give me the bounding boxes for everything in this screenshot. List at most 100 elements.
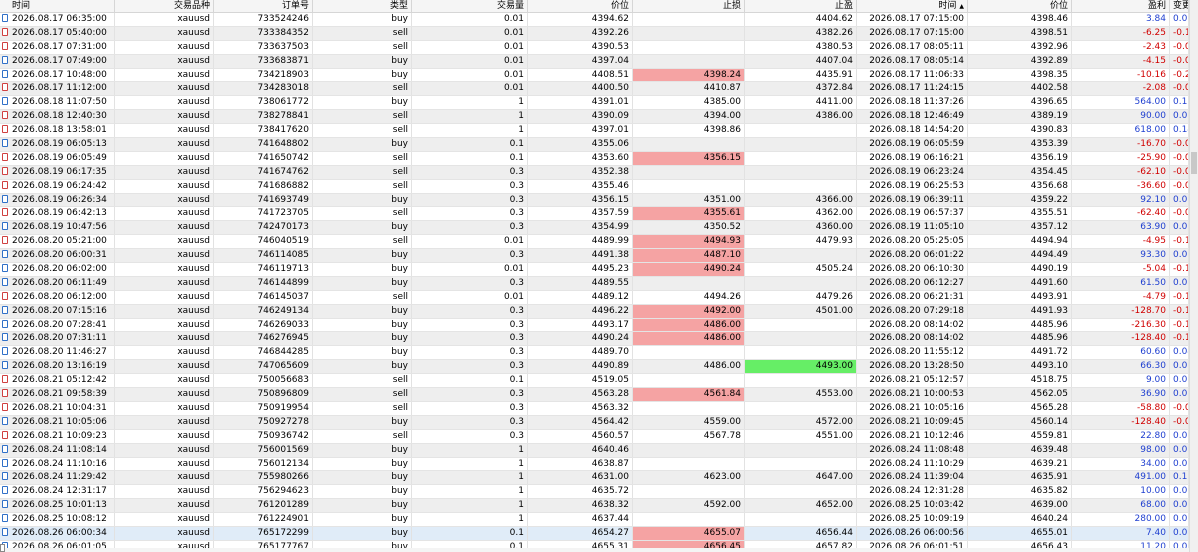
table-row[interactable]: 2026.08.17 10:48:00 xauusd 734218903 buy 0.0… [0, 68, 1189, 83]
cell-6: 4655.07 [633, 526, 745, 540]
table-row[interactable]: 2026.08.19 06:17:35 xauusd 741674762 sell 0.… [0, 165, 1189, 180]
table-row[interactable]: 2026.08.21 09:58:39 xauusd 750896809 sell 0.… [0, 388, 1189, 402]
table-row[interactable]: 2026.08.17 07:49:00 xauusd 733683871 buy 0.0… [0, 54, 1189, 69]
cell-6 [633, 374, 745, 388]
table-row[interactable]: 2026.08.17 11:12:00 xauusd 734283018 sell 0.… [0, 82, 1189, 97]
cell-2: 746144899 [214, 276, 313, 290]
table-row[interactable]: 2026.08.20 06:12:00 xauusd 746145037 sell 0.… [0, 290, 1189, 305]
table-row[interactable]: 2026.08.17 06:35:00 xauusd 733524246 buy 0.0… [0, 13, 1189, 27]
cell-8: 2026.08.19 06:57:37 [857, 207, 968, 221]
cell-3: buy [313, 193, 412, 207]
open-time: 2026.08.17 10:48:00 [12, 69, 107, 80]
table-row[interactable]: 2026.08.19 06:42:13 xauusd 741723705 sell 0.… [0, 207, 1189, 222]
column-header-9[interactable]: 价位 [968, 0, 1072, 12]
open-time: 2026.08.24 11:10:16 [12, 458, 107, 469]
column-header-5[interactable]: 价位 [528, 0, 633, 12]
cell-2: 747065609 [214, 360, 313, 374]
table-row[interactable]: 2026.08.19 10:47:56 xauusd 742470173 buy 0.3… [0, 221, 1189, 236]
table-row[interactable]: 2026.08.20 07:15:16 xauusd 746249134 buy 0.3… [0, 304, 1189, 319]
row-indicator-icon [0, 544, 5, 552]
table-row[interactable]: 2026.08.20 07:31:11 xauusd 746276945 buy 0.3… [0, 332, 1189, 347]
table-row[interactable]: 2026.08.19 06:05:49 xauusd 741650742 sell 0.… [0, 151, 1189, 166]
column-header-0[interactable]: 时间 [0, 0, 115, 12]
table-row[interactable]: 2026.08.24 12:31:17 xauusd 756294623 buy 1 46… [0, 485, 1189, 500]
buy-order-icon [2, 69, 8, 78]
buy-order-icon [2, 222, 8, 231]
cell-3: buy [313, 13, 412, 26]
cell-1: xauusd [115, 138, 214, 151]
table-row[interactable]: 2026.08.25 10:01:13 xauusd 761201289 buy 1 46… [0, 499, 1189, 514]
table-row[interactable]: 2026.08.20 06:02:00 xauusd 746119713 buy 0.0… [0, 263, 1189, 277]
cell-8: 2026.08.20 13:28:50 [857, 360, 968, 374]
cell-1: xauusd [115, 221, 214, 235]
cell-3: sell [313, 110, 412, 124]
cell-0: 2026.08.20 06:00:31 [0, 249, 115, 263]
cell-7: 4493.00 [745, 360, 857, 374]
open-time: 2026.08.24 11:29:42 [12, 472, 107, 483]
table-row[interactable]: 2026.08.24 11:10:16 xauusd 756012134 buy 1 46… [0, 457, 1189, 472]
cell-10: 63.90 [1072, 221, 1170, 235]
cell-2: 750919954 [214, 401, 313, 415]
column-header-3[interactable]: 类型 [313, 0, 412, 12]
column-header-8[interactable]: 时间 ▲ [857, 0, 968, 12]
cell-4: 0.3 [412, 304, 528, 318]
table-row[interactable]: 2026.08.21 05:12:42 xauusd 750056683 sell 0.… [0, 374, 1189, 389]
horizontal-scrollbar[interactable] [0, 548, 1189, 552]
scrollbar-thumb[interactable] [1191, 152, 1197, 174]
cell-11: 0.05 % [1170, 360, 1189, 374]
cell-11: -0.10 % [1170, 304, 1189, 318]
cell-6: 4351.00 [633, 193, 745, 207]
sell-order-icon [2, 41, 8, 50]
column-header-11[interactable]: 变更 [1170, 0, 1189, 12]
cell-8: 2026.08.19 06:23:24 [857, 165, 968, 179]
table-row[interactable]: 2026.08.20 05:21:00 xauusd 746040519 sell 0.… [0, 235, 1189, 250]
table-row[interactable]: 2026.08.18 12:40:30 xauusd 738278841 sell 1 4… [0, 110, 1189, 125]
cell-1: xauusd [115, 360, 214, 374]
column-header-7[interactable]: 止盈 [745, 0, 857, 12]
cell-9: 4392.89 [968, 54, 1072, 68]
table-row[interactable]: 2026.08.20 06:00:31 xauusd 746114085 buy 0.3… [0, 249, 1189, 264]
table-row[interactable]: 2026.08.20 07:28:41 xauusd 746269033 buy 0.3… [0, 318, 1189, 333]
table-row[interactable]: 2026.08.25 10:08:12 xauusd 761224901 buy 1 46… [0, 513, 1189, 527]
table-row[interactable]: 2026.08.19 06:26:34 xauusd 741693749 buy 0.3… [0, 193, 1189, 208]
column-header-1[interactable]: 交易品种 [115, 0, 214, 12]
table-row[interactable]: 2026.08.24 11:29:42 xauusd 755980266 buy 1 46… [0, 471, 1189, 486]
cell-8: 2026.08.20 06:12:27 [857, 276, 968, 290]
buy-order-icon [2, 194, 8, 203]
cell-3: buy [313, 457, 412, 471]
cell-9: 4639.21 [968, 457, 1072, 471]
cell-8: 2026.08.17 07:15:00 [857, 26, 968, 40]
table-row[interactable]: 2026.08.20 06:11:49 xauusd 746144899 buy 0.3… [0, 276, 1189, 291]
cell-0: 2026.08.21 10:04:31 [0, 401, 115, 415]
table-row[interactable]: 2026.08.20 13:16:19 xauusd 747065609 buy 0.3… [0, 360, 1189, 375]
cell-1: xauusd [115, 193, 214, 207]
table-row[interactable]: 2026.08.20 11:46:27 xauusd 746844285 buy 0.3… [0, 346, 1189, 361]
cell-11: 0.06 % [1170, 513, 1189, 526]
column-header-4[interactable]: 交易量 [412, 0, 528, 12]
table-row[interactable]: 2026.08.21 10:09:23 xauusd 750936742 sell 0.… [0, 429, 1189, 444]
column-header-10[interactable]: 盈利 [1072, 0, 1170, 12]
column-header-2[interactable]: 订单号 [214, 0, 313, 12]
table-row[interactable]: 2026.08.17 05:40:00 xauusd 733384352 sell 0.… [0, 26, 1189, 41]
buy-order-icon [2, 514, 8, 523]
cell-0: 2026.08.18 11:07:50 [0, 96, 115, 110]
open-time: 2026.08.21 09:58:39 [12, 389, 107, 400]
cell-5: 4493.17 [528, 318, 633, 332]
table-row[interactable]: 2026.08.18 11:07:50 xauusd 738061772 buy 1 43… [0, 96, 1189, 111]
table-row[interactable]: 2026.08.18 13:58:01 xauusd 738417620 sell 1 4… [0, 124, 1189, 139]
table-row[interactable]: 2026.08.21 10:04:31 xauusd 750919954 sell 0.… [0, 401, 1189, 416]
table-row[interactable]: 2026.08.19 06:05:13 xauusd 741648802 buy 0.1… [0, 138, 1189, 152]
sell-order-icon [2, 83, 8, 92]
table-row[interactable]: 2026.08.24 11:08:14 xauusd 756001569 buy 1 46… [0, 443, 1189, 458]
sell-order-icon [2, 180, 8, 189]
table-row[interactable]: 2026.08.17 07:31:00 xauusd 733637503 sell 0.… [0, 40, 1189, 55]
table-row[interactable]: 2026.08.21 10:05:06 xauusd 750927278 buy 0.3… [0, 415, 1189, 430]
cell-3: buy [313, 304, 412, 318]
column-header-6[interactable]: 止损 [633, 0, 745, 12]
cell-4: 0.3 [412, 360, 528, 374]
vertical-scrollbar[interactable] [1189, 0, 1198, 552]
table-row[interactable]: 2026.08.19 06:24:42 xauusd 741686882 sell 0.… [0, 179, 1189, 194]
cell-11: -0.05 % [1170, 82, 1189, 96]
table-row[interactable]: 2026.08.26 06:00:34 xauusd 765172299 buy 0.1… [0, 526, 1189, 541]
open-time: 2026.08.17 11:12:00 [12, 83, 107, 94]
